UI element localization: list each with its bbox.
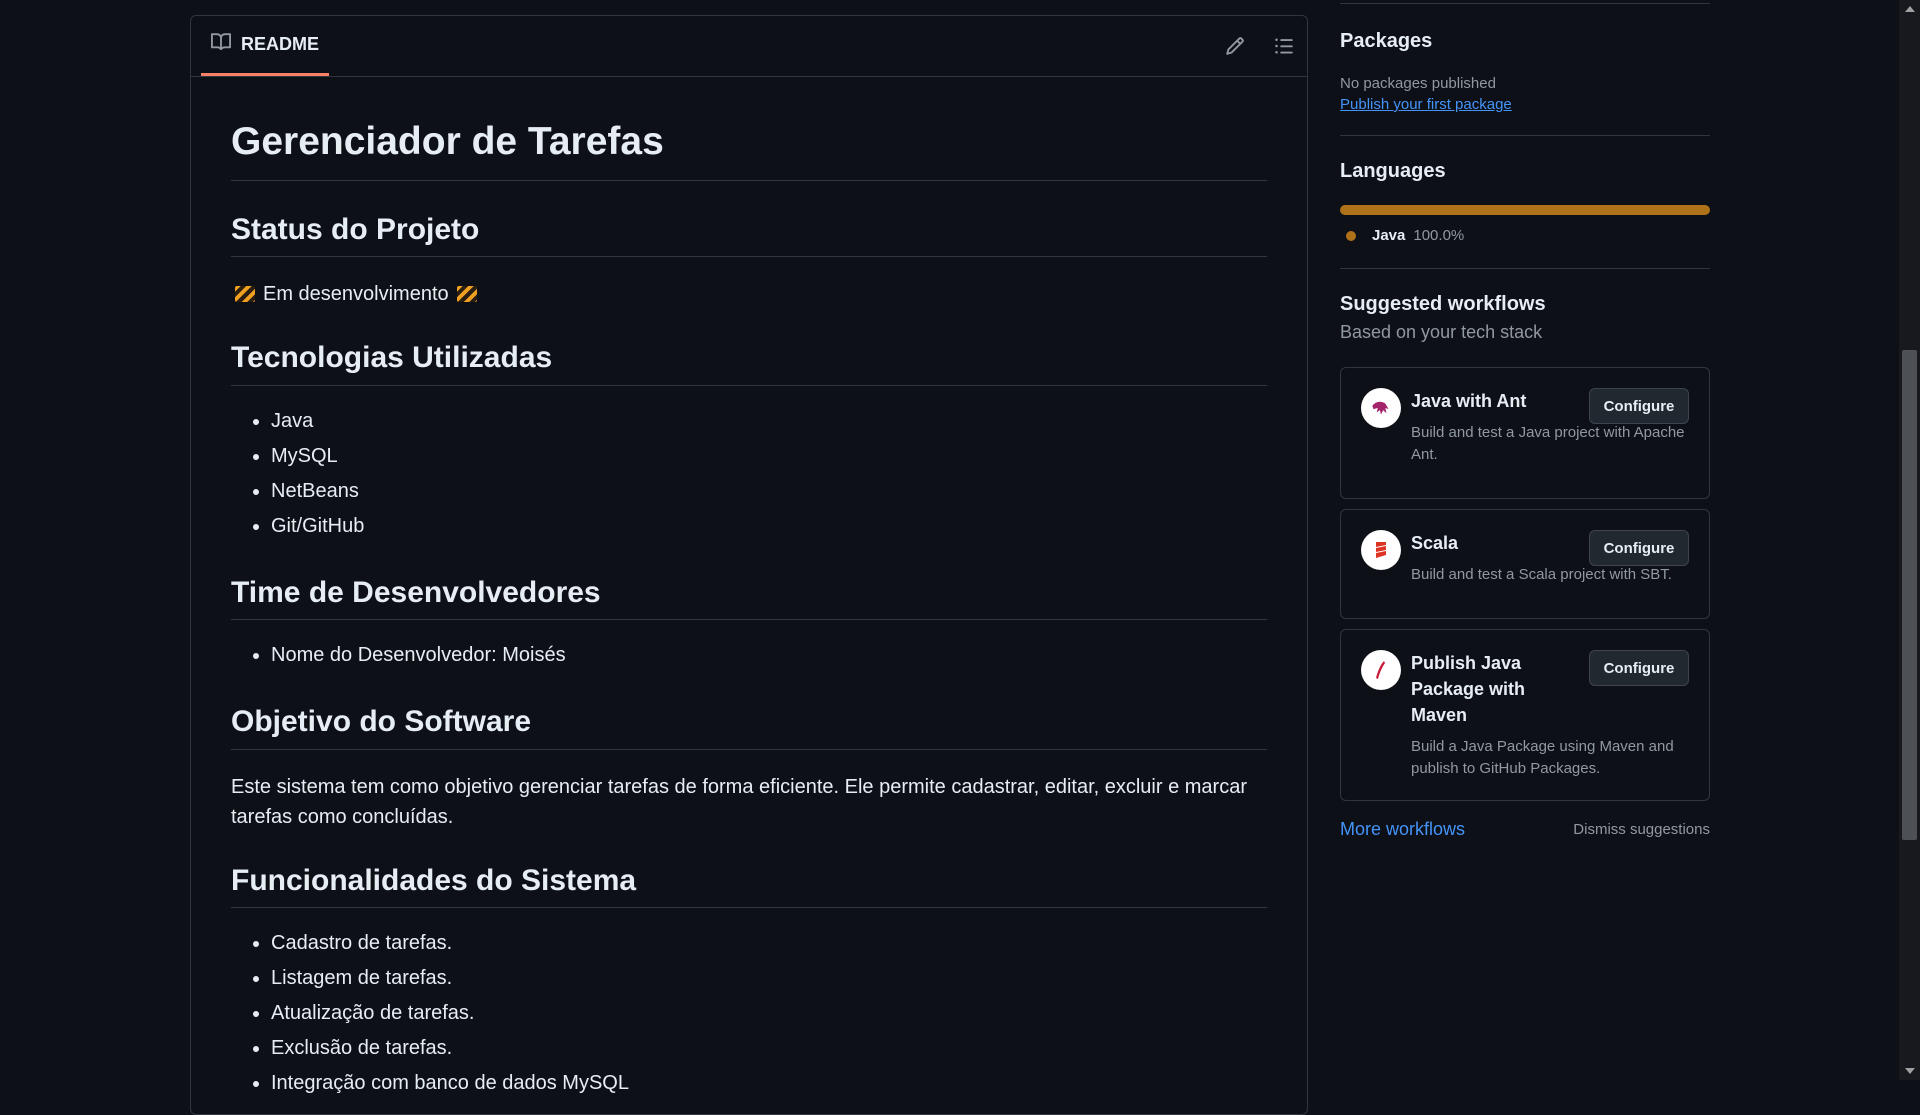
list-item: Nome do Desenvolvedor: Moisés [271, 638, 1267, 673]
book-icon [211, 32, 232, 57]
workflows-heading: Suggested workflows [1340, 293, 1546, 315]
status-text: Em desenvolvimento [263, 283, 449, 306]
heading-status: Status do Projeto [231, 211, 1267, 258]
list-item: Atualização de tarefas. [271, 996, 1267, 1031]
team-list: Nome do Desenvolvedor: Moisés [231, 638, 1267, 673]
scroll-down-arrow-icon[interactable] [1905, 1068, 1915, 1074]
languages-section: Languages Java 100.0% [1340, 136, 1710, 269]
heading-tech: Tecnologias Utilizadas [231, 339, 1267, 386]
list-item: Exclusão de tarefas. [271, 1031, 1267, 1066]
readme-panel: README Gerenciador de Tarefas Status do … [190, 15, 1308, 1115]
workflow-card: Publish Java Package with Maven Build a … [1340, 629, 1710, 801]
tech-list: Java MySQL NetBeans Git/GitHub [231, 404, 1267, 544]
scroll-thumb[interactable] [1902, 350, 1917, 840]
tab-readme-label: README [241, 34, 320, 54]
page-scrollbar[interactable] [1899, 0, 1920, 1080]
configure-button[interactable]: Configure [1589, 530, 1689, 566]
workflow-title: Publish Java Package with Maven [1411, 653, 1526, 725]
list-item: Java [271, 404, 1267, 439]
workflows-subheading: Based on your tech stack [1340, 322, 1543, 342]
pencil-icon [1226, 37, 1244, 55]
workflow-card: Scala Build and test a Scala project wit… [1340, 509, 1710, 619]
workflows-footer: More workflows Dismiss suggestions [1340, 819, 1710, 840]
list-item: NetBeans [271, 474, 1267, 509]
repo-sidebar: Packages No packages published Publish y… [1340, 0, 1710, 840]
maven-icon [1361, 650, 1401, 690]
list-item: Git/GitHub [271, 509, 1267, 544]
list-item: MySQL [271, 439, 1267, 474]
packages-heading: Packages [1340, 30, 1433, 52]
publish-package-link[interactable]: Publish your first package [1340, 96, 1512, 113]
construction-icon [235, 286, 255, 303]
languages-heading: Languages [1340, 160, 1446, 182]
heading-features: Funcionalidades do Sistema [231, 862, 1267, 909]
language-percent: 100.0% [1413, 227, 1465, 244]
heading-goal: Objetivo do Software [231, 703, 1267, 750]
scroll-up-arrow-icon[interactable] [1905, 6, 1915, 12]
list-item: Cadastro de tarefas. [271, 926, 1267, 961]
readme-content: Gerenciador de Tarefas Status do Projeto… [191, 119, 1307, 1101]
workflow-description: Build and test a Scala project with SBT. [1411, 566, 1672, 583]
language-bar[interactable] [1340, 205, 1710, 215]
features-list: Cadastro de tarefas. Listagem de tarefas… [231, 926, 1267, 1101]
language-item[interactable]: Java 100.0% [1340, 227, 1710, 244]
packages-section: Packages No packages published Publish y… [1340, 4, 1710, 136]
packages-empty-text: No packages published [1340, 75, 1496, 92]
list-icon [1275, 38, 1293, 54]
heading-team: Time de Desenvolvedores [231, 574, 1267, 621]
list-item: Listagem de tarefas. [271, 961, 1267, 996]
edit-button[interactable] [1221, 32, 1249, 60]
workflow-description: Build and test a Java project with Apach… [1411, 424, 1685, 463]
workflow-description: Build a Java Package using Maven and pub… [1411, 738, 1674, 777]
goal-text: Este sistema tem como objetivo gerenciar… [231, 775, 1247, 828]
ant-icon [1361, 388, 1401, 428]
tab-readme[interactable]: README [201, 16, 330, 76]
more-workflows-link[interactable]: More workflows [1340, 819, 1465, 840]
workflow-title: Scala [1411, 533, 1459, 553]
status-line: Em desenvolvimento [231, 279, 1267, 309]
scala-icon [1361, 530, 1401, 570]
readme-title: Gerenciador de Tarefas [231, 119, 1267, 181]
configure-button[interactable]: Configure [1589, 388, 1689, 424]
language-name: Java [1372, 227, 1406, 244]
workflow-title: Java with Ant [1411, 391, 1527, 411]
configure-button[interactable]: Configure [1589, 650, 1689, 686]
dismiss-suggestions-button[interactable]: Dismiss suggestions [1573, 821, 1710, 838]
language-color-dot [1346, 230, 1356, 241]
construction-icon [456, 286, 477, 303]
outline-button[interactable] [1270, 32, 1298, 60]
workflow-card: Java with Ant Build and test a Java proj… [1340, 367, 1710, 499]
list-item: Integração com banco de dados MySQL [271, 1066, 1267, 1101]
workflows-section: Suggested workflows Based on your tech s… [1340, 269, 1710, 840]
readme-header: README [191, 16, 1307, 77]
